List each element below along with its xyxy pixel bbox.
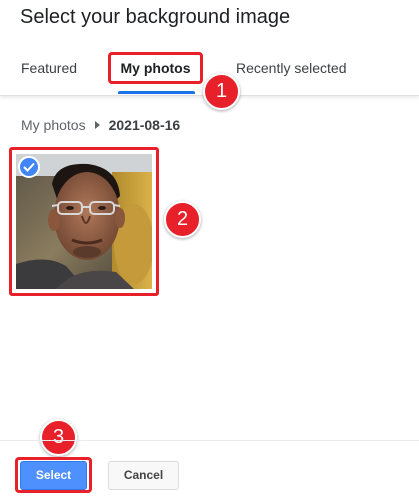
step-callout-1: 1 (203, 73, 240, 110)
photo-thumbnail[interactable] (9, 147, 159, 296)
dialog-title: Select your background image (20, 6, 291, 28)
active-tab-indicator (118, 91, 195, 94)
tab-my-photos[interactable]: My photos (108, 50, 203, 86)
footer-divider (0, 440, 419, 441)
step-callout-3: 3 (40, 419, 77, 456)
breadcrumb-arrow-icon (94, 121, 100, 129)
breadcrumb: My photos 2021-08-16 (21, 117, 180, 133)
breadcrumb-current: 2021-08-16 (108, 117, 181, 133)
tab-featured[interactable]: Featured (21, 50, 77, 95)
checkmark-icon (23, 162, 35, 172)
background-image-dialog: Select your background image Featured My… (0, 0, 419, 500)
selected-badge (18, 156, 40, 178)
tab-recently-selected[interactable]: Recently selected (236, 50, 347, 95)
cancel-button[interactable]: Cancel (108, 461, 179, 490)
breadcrumb-root[interactable]: My photos (21, 117, 86, 133)
step-callout-2: 2 (164, 201, 201, 238)
select-button[interactable]: Select (20, 461, 87, 490)
